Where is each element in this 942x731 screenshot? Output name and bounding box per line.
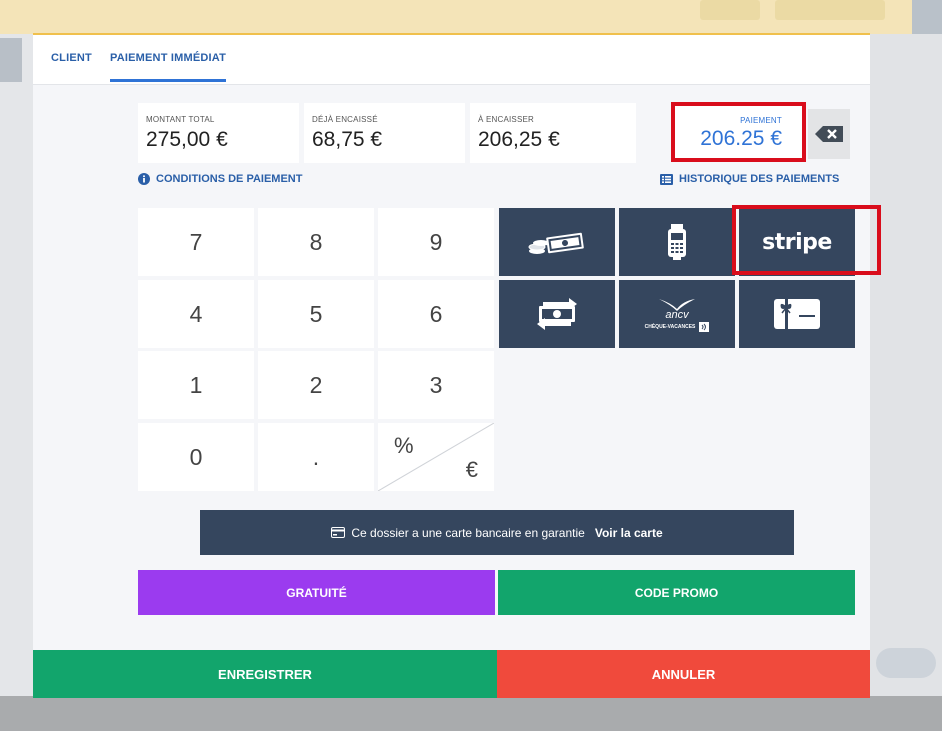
cash-icon xyxy=(528,232,584,254)
credit-card-icon xyxy=(331,527,346,538)
background-footer xyxy=(0,696,942,731)
payment-history-link[interactable]: HISTORIQUE DES PAIEMENTS xyxy=(660,173,839,185)
stripe-highlight-box xyxy=(732,205,881,275)
key-7[interactable]: 7 xyxy=(138,208,254,276)
backspace-button[interactable] xyxy=(808,109,850,159)
info-icon xyxy=(138,173,150,185)
cashed-amount-value: 68,75 € xyxy=(312,128,383,151)
free-button[interactable]: GRATUITÉ xyxy=(138,570,495,615)
contactless-icon xyxy=(699,321,710,332)
payment-amount-field[interactable]: PAIEMENT 206.25 € xyxy=(671,102,806,162)
cash-payment-button[interactable] xyxy=(499,208,615,276)
key-3[interactable]: 3 xyxy=(378,351,494,419)
key-decimal[interactable]: . xyxy=(258,423,374,491)
due-amount-value: 206,25 € xyxy=(478,128,560,151)
payment-amount-label: PAIEMENT xyxy=(740,116,782,125)
tab-immediate-payment[interactable]: PAIEMENT IMMÉDIAT xyxy=(110,52,227,82)
gift-card-icon xyxy=(774,299,820,329)
transfer-payment-button[interactable] xyxy=(499,280,615,348)
background-corner xyxy=(912,0,942,34)
percent-symbol: % xyxy=(394,433,414,458)
ancv-payment-button[interactable]: ancv CHÈQUE-VACANCES xyxy=(619,280,735,348)
cancel-button[interactable]: ANNULER xyxy=(497,650,870,698)
card-terminal-payment-button[interactable] xyxy=(619,208,735,276)
guarantee-card-text: Ce dossier a une carte bancaire en garan… xyxy=(351,525,585,540)
key-4[interactable]: 4 xyxy=(138,280,254,348)
total-amount-value: 275,00 € xyxy=(146,128,228,151)
tab-client[interactable]: CLIENT xyxy=(51,52,92,64)
background-sidebar-item xyxy=(0,38,22,82)
cashed-amount-label: DÉJÀ ENCAISSÉ xyxy=(312,115,378,124)
ancv-subtitle: CHÈQUE-VACANCES xyxy=(644,321,710,332)
guarantee-card-banner[interactable]: Ce dossier a une carte bancaire en garan… xyxy=(200,510,794,555)
background-header xyxy=(0,0,942,34)
payment-modal: CLIENT PAIEMENT IMMÉDIAT MONTANT TOTAL 2… xyxy=(33,33,881,698)
key-8[interactable]: 8 xyxy=(258,208,374,276)
list-icon xyxy=(660,173,673,185)
key-0[interactable]: 0 xyxy=(138,423,254,491)
ancv-subtitle-text: CHÈQUE-VACANCES xyxy=(644,323,696,330)
key-2[interactable]: 2 xyxy=(258,351,374,419)
key-5[interactable]: 5 xyxy=(258,280,374,348)
payment-conditions-link[interactable]: CONDITIONS DE PAIEMENT xyxy=(138,173,302,185)
promo-code-button[interactable]: CODE PROMO xyxy=(498,570,855,615)
total-amount-label: MONTANT TOTAL xyxy=(146,115,215,124)
key-6[interactable]: 6 xyxy=(378,280,494,348)
percent-euro-toggle[interactable]: % € xyxy=(378,423,494,491)
total-amount-box: MONTANT TOTAL 275,00 € xyxy=(138,103,299,163)
cashed-amount-box: DÉJÀ ENCAISSÉ 68,75 € xyxy=(304,103,465,163)
card-terminal-icon xyxy=(668,224,686,260)
background-header-item xyxy=(775,0,885,20)
background-sidebar xyxy=(0,34,34,696)
due-amount-box: À ENCAISSER 206,25 € xyxy=(470,103,636,163)
backspace-icon xyxy=(815,126,843,142)
background-header-item xyxy=(700,0,760,20)
ancv-logo-text: ancv xyxy=(665,308,689,321)
euro-symbol: € xyxy=(465,457,478,482)
payment-history-label: HISTORIQUE DES PAIEMENTS xyxy=(679,173,840,185)
save-button[interactable]: ENREGISTRER xyxy=(33,650,497,698)
tab-bar: CLIENT PAIEMENT IMMÉDIAT xyxy=(33,35,870,85)
payment-amount-value: 206.25 € xyxy=(700,127,782,150)
money-transfer-icon xyxy=(537,298,577,330)
key-9[interactable]: 9 xyxy=(378,208,494,276)
background-panel xyxy=(870,34,942,696)
amount-summary: MONTANT TOTAL 275,00 € DÉJÀ ENCAISSÉ 68,… xyxy=(138,103,641,163)
key-1[interactable]: 1 xyxy=(138,351,254,419)
background-pill xyxy=(876,648,936,678)
due-amount-label: À ENCAISSER xyxy=(478,115,534,124)
view-card-link[interactable]: Voir la carte xyxy=(595,526,663,540)
gift-card-payment-button[interactable] xyxy=(739,280,855,348)
payment-conditions-label: CONDITIONS DE PAIEMENT xyxy=(156,173,303,185)
